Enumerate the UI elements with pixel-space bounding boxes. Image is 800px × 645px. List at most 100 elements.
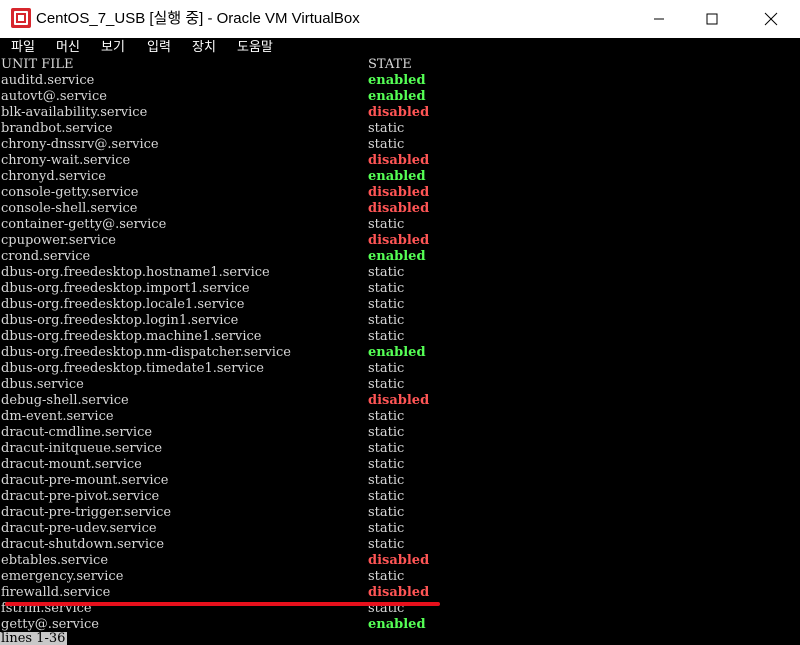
- unit-file-name: dbus-org.freedesktop.timedate1.service: [1, 361, 264, 376]
- unit-row: dracut-pre-udev.service static: [0, 521, 800, 537]
- unit-state: disabled: [368, 153, 430, 168]
- unit-row: dracut-shutdown.service static: [0, 537, 800, 553]
- unit-file-name: dbus-org.freedesktop.nm-dispatcher.servi…: [1, 345, 291, 360]
- unit-file-name: dbus-org.freedesktop.hostname1.service: [1, 265, 270, 280]
- unit-file-name: chrony-wait.service: [1, 153, 131, 168]
- menu-bar: 파일 머신 보기 입력 장치 도움말: [0, 38, 800, 58]
- unit-row: getty@.service enabled: [0, 617, 800, 633]
- maximize-icon: [706, 13, 718, 25]
- unit-file-name: dracut-pre-pivot.service: [1, 489, 160, 504]
- console-header-row: UNIT FILE STATE: [0, 57, 800, 73]
- unit-file-name: dbus-org.freedesktop.import1.service: [1, 281, 250, 296]
- unit-file-name: ebtables.service: [1, 553, 109, 568]
- unit-row: dracut-initqueue.service static: [0, 441, 800, 457]
- unit-state: static: [368, 537, 405, 552]
- unit-file-name: console-shell.service: [1, 201, 138, 216]
- unit-file-name: chrony-dnssrv@.service: [1, 137, 159, 152]
- unit-state: static: [368, 137, 405, 152]
- unit-file-name: container-getty@.service: [1, 217, 167, 232]
- unit-file-name: cpupower.service: [1, 233, 116, 248]
- unit-row: dracut-pre-mount.service static: [0, 473, 800, 489]
- menu-file[interactable]: 파일: [11, 38, 35, 58]
- unit-row: dbus-org.freedesktop.import1.service stat…: [0, 281, 800, 297]
- unit-file-name: chronyd.service: [1, 169, 106, 184]
- centos-app-icon: [11, 8, 31, 28]
- unit-row: cpupower.service disabled: [0, 233, 800, 249]
- menu-machine[interactable]: 머신: [56, 38, 80, 58]
- unit-file-header: UNIT FILE: [1, 57, 74, 72]
- unit-row: ebtables.service disabled: [0, 553, 800, 569]
- maximize-button[interactable]: [689, 0, 735, 38]
- unit-file-name: dracut-cmdline.service: [1, 425, 153, 440]
- close-button[interactable]: [748, 0, 794, 38]
- unit-row: dbus-org.freedesktop.machine1.service sta…: [0, 329, 800, 345]
- unit-file-name: brandbot.service: [1, 121, 113, 136]
- unit-state: disabled: [368, 233, 430, 248]
- unit-state: disabled: [368, 553, 430, 568]
- unit-state: static: [368, 265, 405, 280]
- unit-row: auditd.service enabled: [0, 73, 800, 89]
- unit-row: dracut-mount.service static: [0, 457, 800, 473]
- unit-state: static: [368, 505, 405, 520]
- unit-state: enabled: [368, 73, 426, 88]
- unit-row: dbus-org.freedesktop.timedate1.service st…: [0, 361, 800, 377]
- unit-state: static: [368, 217, 405, 232]
- menu-input[interactable]: 입력: [147, 38, 171, 58]
- unit-state: static: [368, 569, 405, 584]
- unit-file-name: console-getty.service: [1, 185, 139, 200]
- unit-state: static: [368, 313, 405, 328]
- unit-file-name: crond.service: [1, 249, 91, 264]
- unit-file-name: dbus-org.freedesktop.login1.service: [1, 313, 239, 328]
- unit-row: dracut-pre-trigger.service static: [0, 505, 800, 521]
- unit-state: static: [368, 329, 405, 344]
- menu-help[interactable]: 도움말: [237, 38, 273, 58]
- unit-file-name: dracut-shutdown.service: [1, 537, 165, 552]
- unit-file-name: emergency.service: [1, 569, 124, 584]
- unit-row: crond.service enabled: [0, 249, 800, 265]
- unit-file-name: dm-event.service: [1, 409, 114, 424]
- unit-file-name: dbus-org.freedesktop.locale1.service: [1, 297, 245, 312]
- unit-row: dracut-cmdline.service static: [0, 425, 800, 441]
- vm-console-screen[interactable]: UNIT FILE STATE auditd.service enabled aut…: [0, 57, 800, 645]
- unit-state: disabled: [368, 585, 430, 600]
- unit-state: enabled: [368, 345, 426, 360]
- unit-file-name: debug-shell.service: [1, 393, 129, 408]
- unit-file-name: dracut-pre-mount.service: [1, 473, 169, 488]
- minimize-button[interactable]: [636, 0, 682, 38]
- menu-view[interactable]: 보기: [101, 38, 125, 58]
- unit-row: chrony-wait.service disabled: [0, 153, 800, 169]
- unit-state: static: [368, 377, 405, 392]
- unit-row: dbus-org.freedesktop.locale1.service stat…: [0, 297, 800, 313]
- unit-state: static: [368, 297, 405, 312]
- menu-devices[interactable]: 장치: [192, 38, 216, 58]
- unit-state: static: [368, 361, 405, 376]
- state-header: STATE: [368, 57, 412, 72]
- unit-state: static: [368, 457, 405, 472]
- unit-file-name: dracut-pre-udev.service: [1, 521, 157, 536]
- unit-file-name: autovt@.service: [1, 89, 107, 104]
- unit-state: disabled: [368, 201, 430, 216]
- unit-state: enabled: [368, 249, 426, 264]
- unit-row: container-getty@.service static: [0, 217, 800, 233]
- unit-row: dracut-pre-pivot.service static: [0, 489, 800, 505]
- unit-state: static: [368, 441, 405, 456]
- title-bar[interactable]: CentOS_7_USB [실행 중] - Oracle VM VirtualB…: [0, 0, 800, 38]
- unit-state: static: [368, 521, 405, 536]
- unit-file-name: dbus.service: [1, 377, 84, 392]
- unit-row: dbus-org.freedesktop.nm-dispatcher.servi…: [0, 345, 800, 361]
- pager-status: lines 1-36: [0, 631, 68, 645]
- unit-state: static: [368, 425, 405, 440]
- virtualbox-window: CentOS_7_USB [실행 중] - Oracle VM VirtualB…: [0, 0, 800, 645]
- unit-state: disabled: [368, 393, 430, 408]
- unit-row: debug-shell.service disabled: [0, 393, 800, 409]
- unit-row: firewalld.service disabled: [0, 585, 800, 601]
- unit-file-name: dracut-mount.service: [1, 457, 142, 472]
- unit-state: enabled: [368, 89, 426, 104]
- minimize-icon: [654, 18, 664, 20]
- unit-state: enabled: [368, 169, 426, 184]
- unit-file-name: dbus-org.freedesktop.machine1.service: [1, 329, 262, 344]
- close-icon: [764, 12, 778, 26]
- unit-row: console-shell.service disabled: [0, 201, 800, 217]
- unit-row: autovt@.service enabled: [0, 89, 800, 105]
- unit-row: dbus-org.freedesktop.login1.service stati…: [0, 313, 800, 329]
